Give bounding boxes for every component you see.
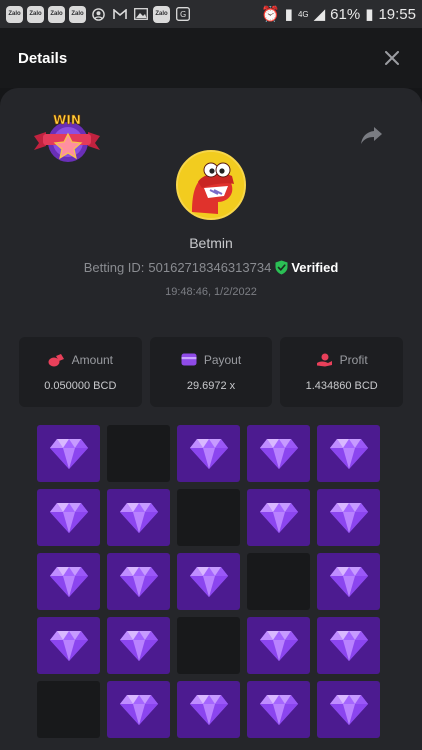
page-title: Details bbox=[18, 49, 68, 67]
gem-tile[interactable] bbox=[247, 617, 310, 674]
close-icon bbox=[385, 51, 399, 65]
gem-tile[interactable] bbox=[247, 425, 310, 482]
diamond-icon bbox=[329, 438, 368, 469]
payout-label: Payout bbox=[203, 352, 242, 367]
bet-timestamp: 19:48:46, 1/2/2022 bbox=[165, 286, 257, 298]
gem-tile[interactable] bbox=[177, 553, 240, 610]
profit-stat: Profit 1.434860 BCD bbox=[280, 337, 404, 407]
notification-icons: Zalo Zalo Zalo Zalo Zalo G bbox=[6, 5, 191, 23]
amount-label: Amount bbox=[71, 352, 114, 367]
diamond-icon bbox=[119, 694, 158, 725]
translate-icon: G bbox=[174, 6, 191, 23]
bet-details-card: WIN Betmin Betting ID: 50162718346313734 bbox=[0, 88, 422, 750]
share-button[interactable] bbox=[360, 125, 384, 145]
gallery-icon bbox=[132, 6, 149, 23]
gmail-icon bbox=[111, 6, 128, 23]
empty-tile[interactable] bbox=[177, 617, 240, 674]
close-button[interactable] bbox=[380, 46, 404, 70]
signal-strength-icon: ◢ bbox=[313, 6, 326, 23]
zalo-app-icon: Zalo bbox=[6, 5, 23, 23]
diamond-icon bbox=[259, 630, 298, 661]
dinosaur-mascot-icon bbox=[178, 152, 244, 218]
empty-tile[interactable] bbox=[37, 681, 100, 738]
diamond-icon bbox=[189, 438, 228, 469]
diamond-icon bbox=[329, 694, 368, 725]
diamond-icon bbox=[49, 502, 88, 533]
svg-text:G: G bbox=[180, 10, 186, 19]
payout-stat: Payout 29.6972 x bbox=[149, 337, 273, 407]
profit-value: 1.434860 BCD bbox=[305, 379, 378, 392]
share-icon bbox=[361, 127, 382, 144]
gem-tile[interactable] bbox=[247, 681, 310, 738]
verified-badge[interactable]: Verified bbox=[275, 260, 338, 275]
diamond-icon bbox=[49, 566, 88, 597]
gem-tile[interactable] bbox=[37, 425, 100, 482]
network-type: 4G bbox=[297, 9, 309, 19]
zalo-app-icon: Zalo bbox=[153, 5, 170, 23]
diamond-icon bbox=[49, 630, 88, 661]
shield-check-icon bbox=[275, 260, 288, 275]
diamond-icon bbox=[49, 438, 88, 469]
diamond-icon bbox=[119, 630, 158, 661]
player-name: Betmin bbox=[189, 235, 233, 251]
diamond-icon bbox=[189, 694, 228, 725]
clock: 19:55 bbox=[378, 5, 416, 23]
gem-tile[interactable] bbox=[37, 617, 100, 674]
gem-tile[interactable] bbox=[177, 681, 240, 738]
gem-tile[interactable] bbox=[107, 553, 170, 610]
diamond-icon bbox=[329, 630, 368, 661]
win-badge: WIN bbox=[32, 110, 102, 166]
gem-tile[interactable] bbox=[37, 553, 100, 610]
win-badge-icon: WIN bbox=[34, 113, 100, 162]
details-header: Details bbox=[0, 28, 422, 88]
zalo-app-icon: Zalo bbox=[27, 5, 44, 23]
amount-stat: Amount 0.050000 BCD bbox=[19, 337, 142, 407]
verified-label: Verified bbox=[291, 260, 339, 275]
gem-tile[interactable] bbox=[317, 553, 380, 610]
gem-tile[interactable] bbox=[107, 681, 170, 738]
gem-tile[interactable] bbox=[317, 425, 380, 482]
gem-tile[interactable] bbox=[107, 489, 170, 546]
profit-label: Profit bbox=[339, 352, 368, 367]
status-indicators: ⏰ ▮ 4G ◢ 61% ▮ 19:55 bbox=[260, 5, 416, 24]
svg-text:WIN: WIN bbox=[53, 113, 81, 127]
status-bar: Zalo Zalo Zalo Zalo Zalo G ⏰ ▮ 4G ◢ 61% ▮ 19:… bbox=[0, 0, 422, 28]
gem-tile[interactable] bbox=[247, 489, 310, 546]
betting-id-value[interactable]: 50162718346313734 bbox=[148, 260, 271, 275]
account-circle-icon bbox=[90, 6, 107, 23]
avatar bbox=[176, 150, 246, 220]
gem-tile[interactable] bbox=[177, 425, 240, 482]
empty-tile[interactable] bbox=[247, 553, 310, 610]
betting-id-row: Betting ID: 50162718346313734 Verified bbox=[0, 260, 422, 275]
diamond-icon bbox=[259, 694, 298, 725]
diamond-icon bbox=[329, 502, 368, 533]
diamond-icon bbox=[259, 438, 298, 469]
amount-value: 0.050000 BCD bbox=[44, 379, 117, 392]
alarm-icon: ⏰ bbox=[260, 6, 280, 23]
zalo-app-icon: Zalo bbox=[69, 5, 86, 23]
signal-icon: ▮ bbox=[284, 6, 293, 23]
coins-icon bbox=[48, 353, 64, 366]
battery-icon: ▮ bbox=[365, 6, 374, 23]
diamond-icon bbox=[189, 566, 228, 597]
gem-tile[interactable] bbox=[107, 617, 170, 674]
betting-id-label: Betting ID: bbox=[83, 260, 145, 275]
diamond-icon bbox=[119, 502, 158, 533]
diamond-icon bbox=[329, 566, 368, 597]
zalo-app-icon: Zalo bbox=[48, 5, 65, 23]
profit-hand-icon bbox=[316, 353, 332, 366]
diamond-icon bbox=[119, 566, 158, 597]
empty-tile[interactable] bbox=[177, 489, 240, 546]
diamond-icon bbox=[259, 502, 298, 533]
gem-tile[interactable] bbox=[317, 489, 380, 546]
mines-board bbox=[37, 425, 382, 738]
bet-stats: Amount 0.050000 BCD Payout 29.6972 x Pro… bbox=[19, 337, 404, 407]
gem-tile[interactable] bbox=[317, 681, 380, 738]
wallet-icon bbox=[181, 353, 197, 366]
gem-tile[interactable] bbox=[317, 617, 380, 674]
gem-tile[interactable] bbox=[37, 489, 100, 546]
empty-tile[interactable] bbox=[107, 425, 170, 482]
battery-percent: 61% bbox=[330, 5, 361, 23]
payout-value: 29.6972 x bbox=[186, 379, 236, 392]
